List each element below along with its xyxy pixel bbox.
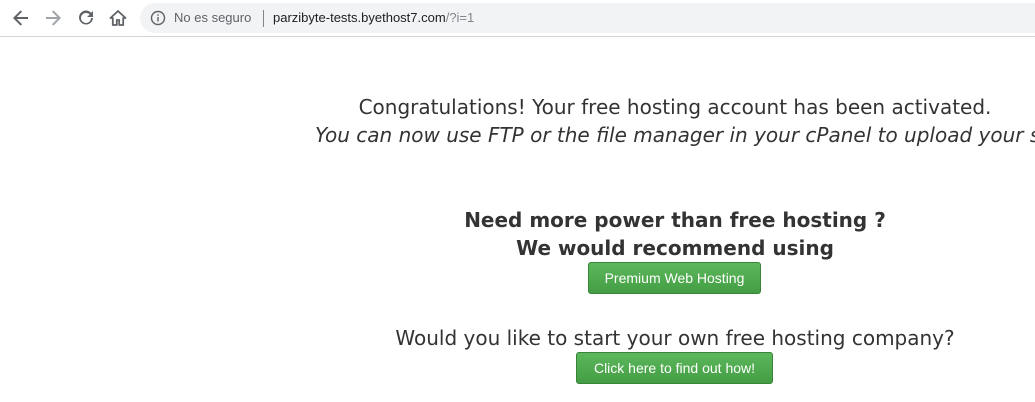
info-icon[interactable] [150, 10, 166, 26]
omnibox-divider [263, 10, 264, 27]
reload-button[interactable] [74, 6, 98, 30]
congrats-message: Congratulations! Your free hosting accou… [358, 95, 992, 119]
security-label[interactable]: No es seguro [174, 10, 251, 26]
reload-icon [79, 10, 93, 25]
address-bar[interactable]: No es seguro parzibyte-tests.byethost7.c… [140, 3, 1035, 33]
page-content: Congratulations! Your free hosting accou… [315, 37, 1035, 402]
find-out-button[interactable]: Click here to find out how! [576, 352, 773, 384]
more-power-heading: Need more power than free hosting ? [464, 208, 886, 232]
upload-instructions: You can now use FTP or the file manager … [315, 123, 1035, 147]
url-text[interactable]: parzibyte-tests.byethost7.com/?i=1 [273, 10, 474, 26]
browser-toolbar: No es seguro parzibyte-tests.byethost7.c… [0, 0, 1035, 37]
recommend-heading: We would recommend using [516, 236, 834, 260]
home-button[interactable] [106, 6, 130, 30]
url-path: /?i=1 [445, 10, 475, 25]
url-host: parzibyte-tests.byethost7.com [273, 10, 446, 25]
premium-hosting-button[interactable]: Premium Web Hosting [588, 262, 761, 294]
forward-arrow-icon [46, 10, 61, 26]
forward-button[interactable] [41, 6, 65, 30]
hosting-company-question: Would you like to start your own free ho… [395, 326, 955, 350]
home-icon [109, 10, 127, 26]
back-button[interactable] [9, 6, 33, 30]
back-arrow-icon [13, 10, 28, 26]
